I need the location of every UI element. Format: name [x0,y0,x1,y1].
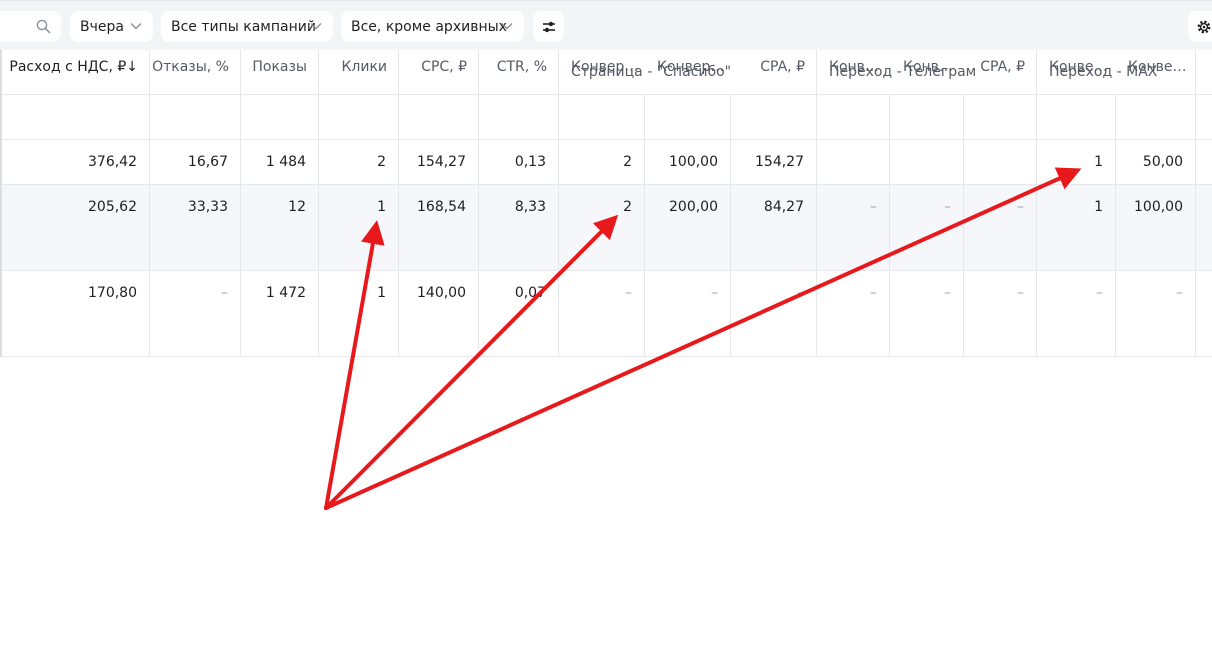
column-divider [889,95,890,357]
top-divider [0,0,1212,1]
toolbar: Вчера Все типы кампаний Все, кроме архив… [0,0,1212,50]
cell-thanks-conv: 2 [623,154,632,170]
cell-max-conv: 1 [1094,199,1103,215]
column-divider [1115,95,1116,357]
cell-clicks: 1 [377,199,386,215]
column-divider [963,95,964,357]
status-filter-dropdown[interactable]: Все, кроме архивных [341,11,524,42]
column-divider [398,50,399,357]
column-divider [558,50,559,357]
column-divider [478,50,479,357]
column-divider [730,95,731,357]
filter-sliders-icon [543,21,555,33]
column-header-max-conv-rate[interactable]: Конве… [1128,59,1187,75]
column-header-impressions[interactable]: Показы [252,59,307,75]
column-divider [1036,50,1037,357]
column-header-clicks[interactable]: Клики [341,59,387,75]
table-left-edge [0,50,2,357]
filters-button[interactable] [533,11,564,42]
column-header-bounces[interactable]: Отказы, % [152,59,229,75]
cell-max-conv-rate: 100,00 [1134,199,1183,215]
cell-spend: 376,42 [88,154,137,170]
column-header-tg-cpa[interactable]: CPA, ₽ [980,59,1025,75]
search-field[interactable] [0,11,61,42]
cell-bounces: 16,67 [187,154,228,170]
cell-thanks-conv-rate: – [711,285,718,301]
period-dropdown-label: Вчера [80,18,124,35]
column-header-thanks-cpa[interactable]: CPA, ₽ [760,59,805,75]
cell-tg-conv: – [870,199,877,215]
cell-clicks: 1 [377,285,386,301]
cell-cpc: 168,54 [417,199,466,215]
cell-max-conv: 1 [1094,154,1103,170]
column-header-max-conv[interactable]: Конве… [1049,59,1108,75]
chevron-down-icon [501,23,513,30]
cell-ctr: 0,07 [514,285,546,301]
chevron-down-icon [130,23,142,30]
chevron-down-icon [310,23,322,30]
settings-button[interactable] [1188,11,1212,42]
table-header-row [0,95,1212,140]
statistics-table: Страница - "Спасибо" Переход - Телеграм … [0,50,1212,357]
cell-impressions: 1 484 [265,154,306,170]
column-header-cpc[interactable]: CPC, ₽ [421,59,467,75]
column-divider [816,50,817,357]
column-divider [1195,50,1196,357]
search-icon [36,19,51,34]
cell-tg-conv: – [870,285,877,301]
column-header-thanks-conv[interactable]: Конвер… [571,59,638,75]
cell-cpc: 140,00 [417,285,466,301]
cell-thanks-conv-rate: 200,00 [669,199,718,215]
cell-thanks-cpa: – [797,285,804,301]
campaign-types-dropdown[interactable]: Все типы кампаний [161,11,333,42]
cell-thanks-conv: – [625,285,632,301]
campaign-types-label: Все типы кампаний [171,18,316,35]
cell-spend: 205,62 [88,199,137,215]
cell-max-conv-rate: 50,00 [1142,154,1183,170]
cell-impressions: 12 [288,199,306,215]
column-header-spend[interactable]: Расход с НДС, ₽↓ [9,59,138,75]
cell-bounces: 33,33 [187,199,228,215]
column-divider [318,50,319,357]
cell-thanks-conv-rate: 100,00 [669,154,718,170]
cell-ctr: 0,13 [514,154,546,170]
cell-tg-cpa: – [1017,199,1024,215]
status-filter-label: Все, кроме архивных [351,18,507,35]
cell-bounces: – [221,285,228,301]
cell-thanks-cpa: 84,27 [763,199,804,215]
cell-clicks: 2 [377,154,386,170]
cell-spend: 170,80 [88,285,137,301]
cell-impressions: 1 472 [265,285,306,301]
cell-cpc: 154,27 [417,154,466,170]
period-dropdown[interactable]: Вчера [70,11,153,42]
table-row[interactable] [0,140,1212,185]
column-header-ctr[interactable]: CTR, % [497,59,547,75]
cell-tg-conv-rate: – [944,199,951,215]
column-divider [149,50,150,357]
table-row[interactable] [0,271,1212,357]
gear-icon [1197,20,1211,34]
cell-ctr: 8,33 [514,199,546,215]
cell-tg-cpa: – [1017,285,1024,301]
cell-thanks-conv: 2 [623,199,632,215]
cell-max-conv-rate: – [1176,285,1183,301]
column-divider [240,50,241,357]
cell-max-conv: – [1096,285,1103,301]
column-header-tg-conv-rate[interactable]: Конв… [903,59,953,75]
column-header-thanks-conv-rate[interactable]: Конвер… [657,59,724,75]
column-divider [644,95,645,357]
column-header-tg-conv[interactable]: Конв… [829,59,879,75]
table-row[interactable] [0,185,1212,271]
cell-tg-conv-rate: – [944,285,951,301]
cell-thanks-cpa: 154,27 [755,154,804,170]
